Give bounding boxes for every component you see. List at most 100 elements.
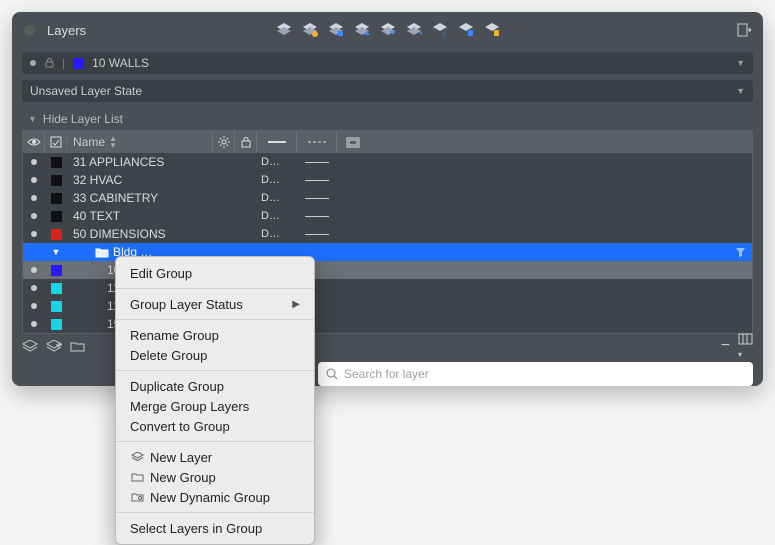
hide-layer-list-label: Hide Layer List: [43, 112, 123, 126]
layer-name: 32 HVAC: [67, 173, 213, 187]
col-linetype[interactable]: [297, 131, 337, 153]
chevron-down-icon: ▼: [736, 86, 745, 96]
table-row[interactable]: 31 APPLIANCES D…: [23, 153, 752, 171]
visibility-dot-icon: [31, 285, 37, 291]
layer-swatch: [73, 58, 84, 69]
ctx-edit-group[interactable]: Edit Group: [116, 263, 314, 283]
layer-name: 50 DIMENSIONS: [67, 227, 213, 241]
visibility-dot-icon: [31, 195, 37, 201]
line-icon: [305, 198, 329, 199]
ctx-duplicate-group[interactable]: Duplicate Group: [116, 376, 314, 396]
ctx-group-layer-status[interactable]: Group Layer Status: [116, 294, 314, 314]
layer-swatch: [51, 175, 62, 186]
ctx-convert-to-group[interactable]: Convert to Group: [116, 416, 314, 436]
visibility-dot-icon: [31, 159, 37, 165]
layers-stack-2-icon[interactable]: [301, 21, 319, 39]
layers-stack-3-icon[interactable]: [327, 21, 345, 39]
layer-name: 31 APPLIANCES: [67, 155, 213, 169]
col-print[interactable]: [337, 131, 369, 153]
ctx-new-layer[interactable]: New Layer: [116, 447, 314, 467]
col-swatch[interactable]: [45, 137, 67, 148]
line-icon: [305, 216, 329, 217]
col-lock[interactable]: [235, 131, 257, 153]
window-close-icon[interactable]: [24, 25, 35, 36]
visibility-dot-icon: [30, 60, 36, 66]
svg-text:✦: ✦: [418, 29, 422, 37]
layers-stack-8-icon[interactable]: [457, 21, 475, 39]
search-placeholder: Search for layer: [344, 367, 429, 381]
layer-swatch: [51, 319, 62, 330]
ctx-merge-group-layers[interactable]: Merge Group Layers: [116, 396, 314, 416]
layers-stack-6-icon[interactable]: ✦: [405, 21, 423, 39]
layer-state-dropdown[interactable]: Unsaved Layer State ▼: [22, 80, 753, 102]
layer-state-label: Unsaved Layer State: [30, 84, 142, 98]
layer-swatch: [51, 157, 62, 168]
line-icon: [305, 180, 329, 181]
visibility-dot-icon: [31, 231, 37, 237]
new-layer-icon[interactable]: [22, 340, 38, 353]
table-header: Name ▲▼: [23, 131, 752, 153]
layer-swatch: [51, 265, 62, 276]
layers-stack-7-icon[interactable]: ↓: [431, 21, 449, 39]
chevron-down-icon: ▼: [736, 58, 745, 68]
folder-icon: [130, 472, 144, 482]
layers-stack-1-icon[interactable]: [275, 21, 293, 39]
new-layer-state-icon[interactable]: [46, 340, 62, 353]
table-row[interactable]: 33 CABINETRY D…: [23, 189, 752, 207]
layer-swatch: [51, 283, 62, 294]
current-layer-name: 10 WALLS: [92, 56, 149, 70]
current-layer-dropdown[interactable]: | 10 WALLS ▼: [22, 52, 753, 74]
col-gear[interactable]: [213, 131, 235, 153]
svg-text:↓: ↓: [442, 29, 446, 37]
line-icon: [305, 162, 329, 163]
sep-icon: |: [62, 56, 65, 70]
disclosure-triangle-icon: ▼: [52, 247, 61, 257]
minus-icon[interactable]: −: [721, 337, 730, 355]
col-name[interactable]: Name ▲▼: [67, 131, 213, 153]
ctx-select-layers-in-group[interactable]: Select Layers in Group: [116, 518, 314, 538]
layers-stack-4-icon[interactable]: [353, 21, 371, 39]
visibility-dot-icon: [31, 177, 37, 183]
disclosure-triangle-icon: ▼: [28, 114, 37, 124]
folder-gear-icon: [130, 492, 144, 502]
window-controls: [24, 25, 35, 36]
layer-swatch: [51, 301, 62, 312]
dock-panel-icon[interactable]: [737, 23, 751, 37]
context-menu: Edit Group Group Layer Status Rename Gro…: [115, 256, 315, 545]
table-row[interactable]: 50 DIMENSIONS D…: [23, 225, 752, 243]
layer-swatch: [51, 229, 62, 240]
visibility-dot-icon: [31, 213, 37, 219]
layers-icon: [130, 452, 144, 463]
lock-icon: [44, 58, 54, 68]
layer-swatch: [51, 211, 62, 222]
panel-title: Layers: [47, 23, 86, 38]
table-row[interactable]: 32 HVAC D…: [23, 171, 752, 189]
visibility-dot-icon: [31, 303, 37, 309]
new-folder-icon[interactable]: [70, 340, 85, 352]
layer-name: 33 CABINETRY: [67, 191, 213, 205]
filter-icon: [735, 247, 746, 258]
layer-swatch: [51, 193, 62, 204]
ctx-new-dynamic-group[interactable]: New Dynamic Group: [116, 487, 314, 507]
ctx-new-group[interactable]: New Group: [116, 467, 314, 487]
search-icon: [326, 368, 338, 380]
layer-name: 40 TEXT: [67, 209, 213, 223]
visibility-dot-icon: [31, 321, 37, 327]
ctx-rename-group[interactable]: Rename Group: [116, 325, 314, 345]
ctx-delete-group[interactable]: Delete Group: [116, 345, 314, 365]
line-icon: [305, 234, 329, 235]
hide-layer-list-toggle[interactable]: ▼ Hide Layer List: [22, 108, 753, 130]
layers-panel: Layers ✦ ↓ | 10 WALLS ▼ Unsaved Layer St…: [12, 12, 763, 386]
table-row[interactable]: 40 TEXT D…: [23, 207, 752, 225]
folder-open-icon: [95, 247, 109, 258]
sort-icon: ▲▼: [109, 135, 117, 149]
columns-icon[interactable]: ▾: [738, 333, 753, 360]
visibility-dot-icon: [31, 267, 37, 273]
toolbar: ✦ ↓: [275, 21, 501, 39]
titlebar: Layers ✦ ↓: [12, 12, 763, 48]
search-input[interactable]: Search for layer: [318, 362, 753, 386]
layers-stack-5-icon[interactable]: [379, 21, 397, 39]
col-lineweight[interactable]: [257, 131, 297, 153]
layers-stack-9-icon[interactable]: [483, 21, 501, 39]
col-visibility[interactable]: [23, 131, 45, 153]
